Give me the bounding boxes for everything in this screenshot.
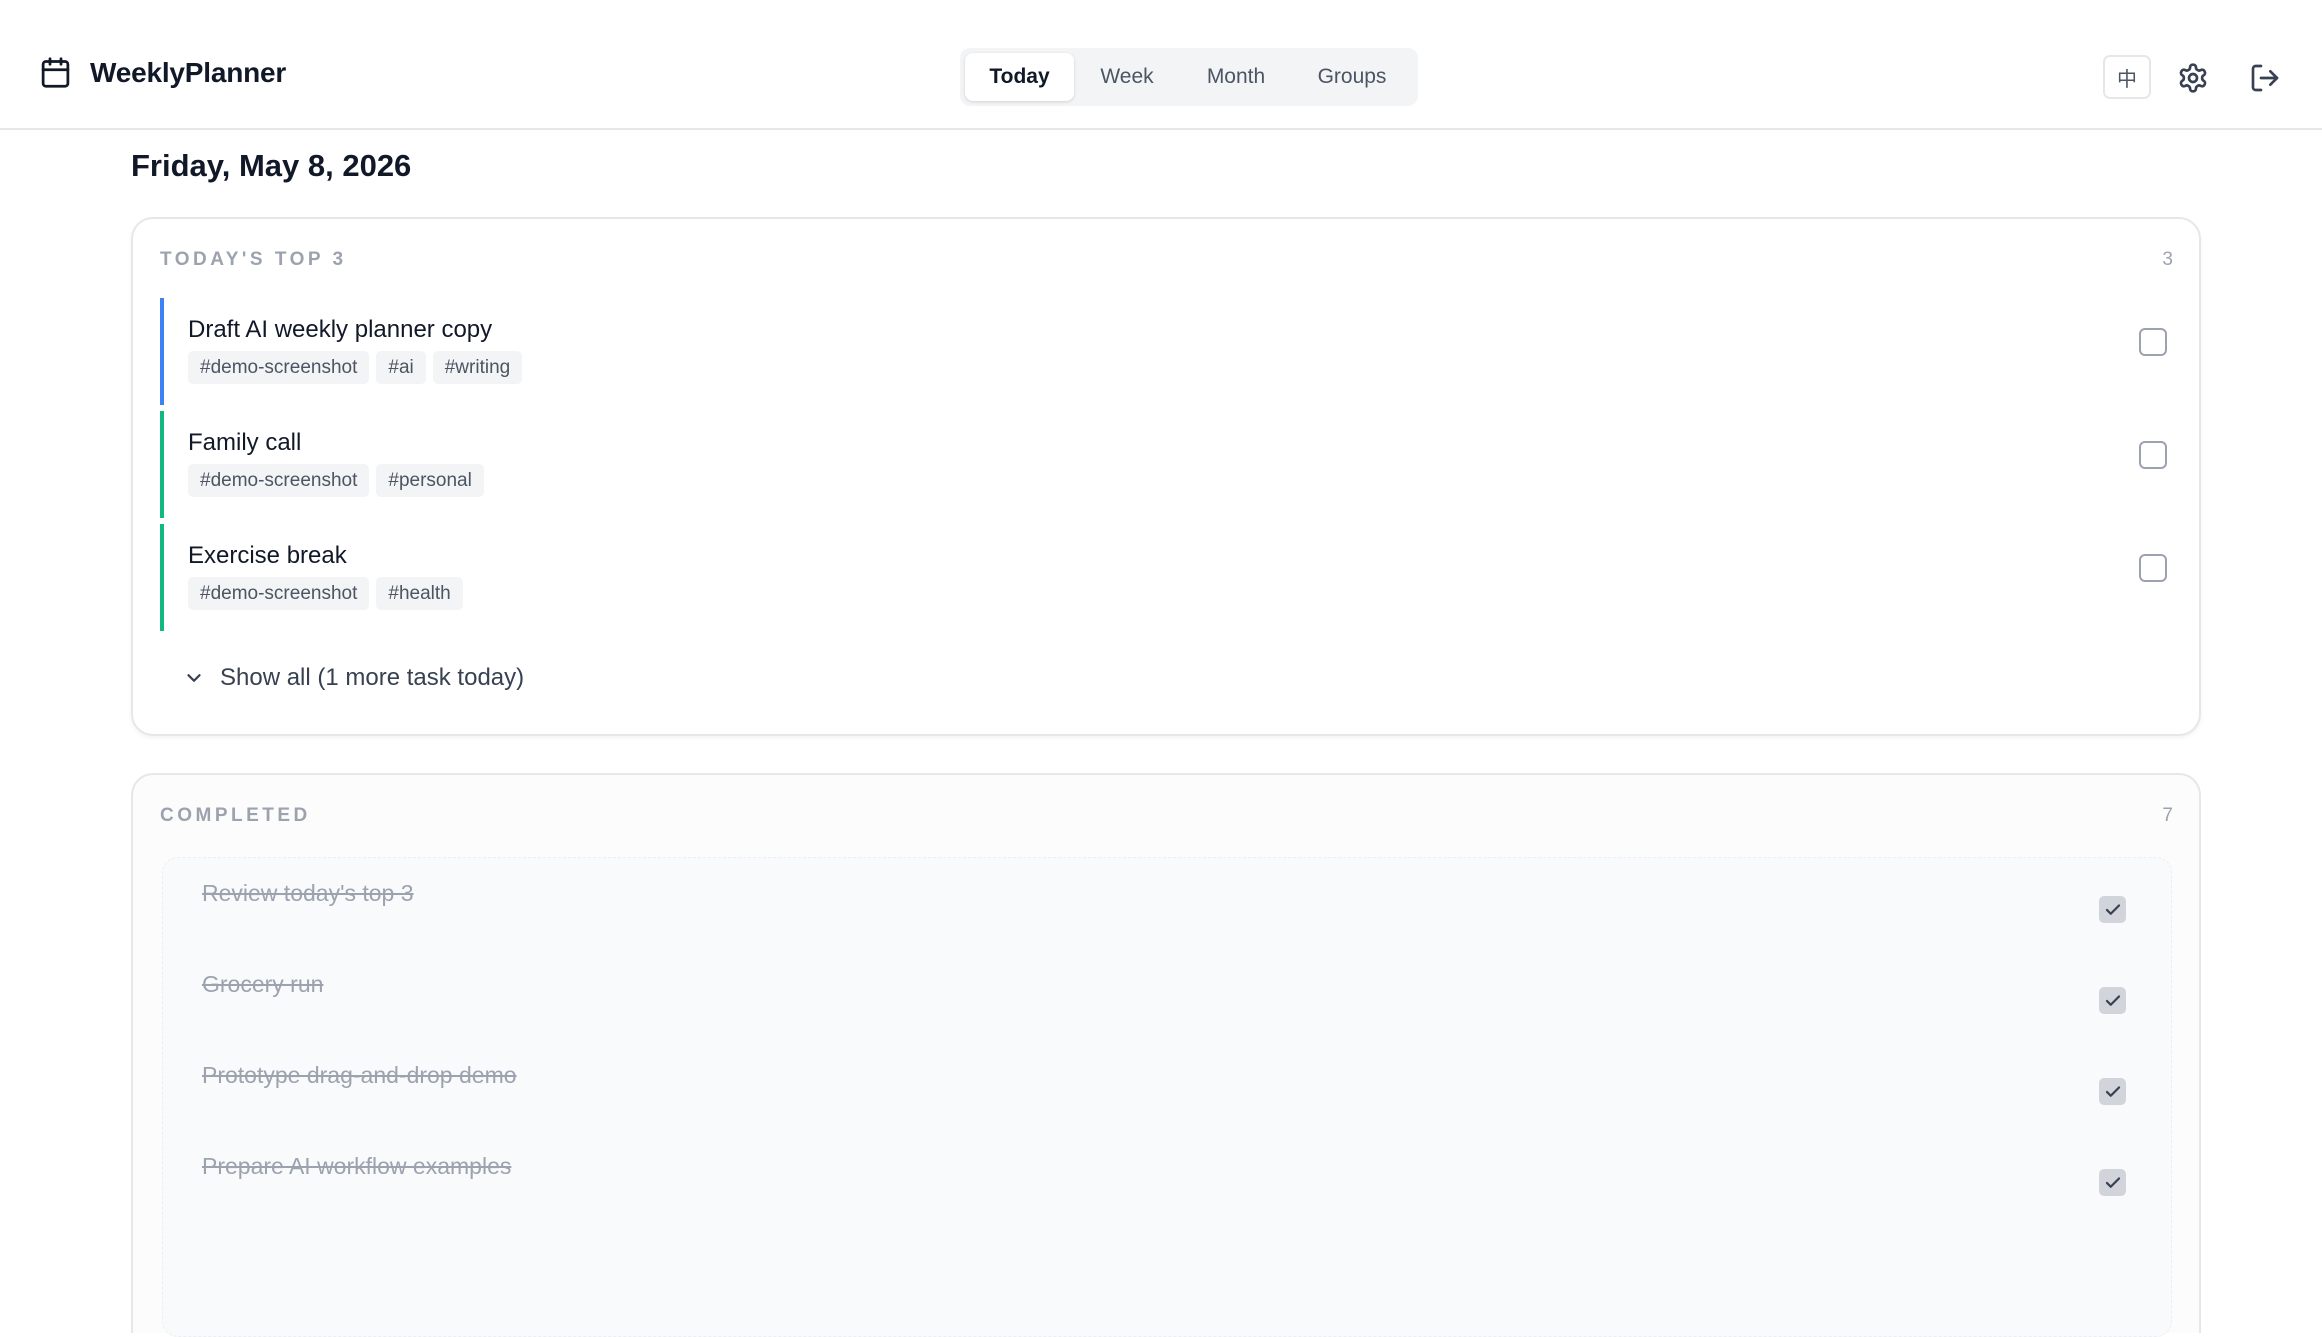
tab-today[interactable]: Today bbox=[965, 53, 1074, 101]
tag[interactable]: #demo-screenshot bbox=[188, 577, 370, 610]
top3-section-label: TODAY'S TOP 3 bbox=[160, 249, 347, 270]
tag[interactable]: #demo-screenshot bbox=[188, 464, 370, 497]
brand[interactable]: WeeklyPlanner bbox=[39, 56, 286, 89]
completed-count: 7 bbox=[2162, 805, 2173, 826]
completed-checkbox[interactable] bbox=[2099, 1078, 2126, 1105]
task-item[interactable]: Exercise break #demo-screenshot #health bbox=[160, 524, 2167, 631]
tab-month[interactable]: Month bbox=[1180, 53, 1292, 101]
task-tags: #demo-screenshot #health bbox=[188, 577, 463, 610]
task-tags: #demo-screenshot #personal bbox=[188, 464, 484, 497]
language-toggle-button[interactable]: 中 bbox=[2103, 55, 2151, 99]
task-title: Exercise break bbox=[188, 542, 347, 569]
completed-task-item[interactable]: Prototype drag-and-drop demo bbox=[163, 1040, 2173, 1131]
completed-list: Review today's top 3 Grocery run Prototy… bbox=[162, 857, 2172, 1337]
task-checkbox[interactable] bbox=[2139, 328, 2167, 356]
completed-task-item[interactable]: Review today's top 3 bbox=[163, 858, 2173, 949]
completed-task-title: Grocery run bbox=[202, 971, 324, 997]
language-label: 中 bbox=[2117, 66, 2137, 91]
completed-card: COMPLETED 7 Review today's top 3 Grocery… bbox=[131, 773, 2201, 1337]
top3-count: 3 bbox=[2162, 249, 2173, 270]
logout-button[interactable] bbox=[2245, 58, 2285, 98]
app-name: WeeklyPlanner bbox=[90, 56, 287, 88]
task-tags: #demo-screenshot #ai #writing bbox=[188, 351, 523, 384]
logout-icon bbox=[2249, 62, 2281, 94]
completed-task-item[interactable]: Grocery run bbox=[163, 949, 2173, 1040]
tab-week[interactable]: Week bbox=[1074, 53, 1180, 101]
completed-checkbox[interactable] bbox=[2099, 896, 2126, 923]
tab-groups[interactable]: Groups bbox=[1292, 53, 1412, 101]
task-checkbox[interactable] bbox=[2139, 554, 2167, 582]
completed-checkbox[interactable] bbox=[2099, 1169, 2126, 1196]
page-title: Friday, May 8, 2026 bbox=[131, 148, 412, 183]
show-all-label: Show all (1 more task today) bbox=[220, 664, 525, 691]
completed-task-title: Review today's top 3 bbox=[202, 880, 414, 906]
task-checkbox[interactable] bbox=[2139, 441, 2167, 469]
completed-task-title: Prepare AI workflow examples bbox=[202, 1153, 512, 1179]
show-all-button[interactable]: Show all (1 more task today) bbox=[183, 664, 524, 692]
task-item[interactable]: Family call #demo-screenshot #personal bbox=[160, 411, 2167, 518]
settings-button[interactable] bbox=[2173, 58, 2213, 98]
view-tabs: Today Week Month Groups bbox=[960, 48, 1418, 106]
task-title: Family call bbox=[188, 429, 302, 456]
check-icon bbox=[2104, 901, 2122, 919]
tag[interactable]: #health bbox=[376, 577, 463, 610]
check-icon bbox=[2104, 992, 2122, 1010]
chevron-down-icon bbox=[183, 667, 205, 689]
tag[interactable]: #writing bbox=[432, 351, 523, 384]
app-header: WeeklyPlanner Today Week Month Groups 中 bbox=[0, 0, 2322, 130]
task-item[interactable]: Draft AI weekly planner copy #demo-scree… bbox=[160, 298, 2167, 405]
gear-icon bbox=[2177, 62, 2209, 94]
check-icon bbox=[2104, 1083, 2122, 1101]
tag[interactable]: #demo-screenshot bbox=[188, 351, 370, 384]
check-icon bbox=[2104, 1174, 2122, 1192]
completed-task-item[interactable]: Prepare AI workflow examples bbox=[163, 1131, 2173, 1222]
completed-checkbox[interactable] bbox=[2099, 987, 2126, 1014]
tag[interactable]: #ai bbox=[376, 351, 426, 384]
task-title: Draft AI weekly planner copy bbox=[188, 316, 493, 343]
tag[interactable]: #personal bbox=[376, 464, 484, 497]
calendar-icon bbox=[39, 56, 72, 89]
completed-section-label: COMPLETED bbox=[160, 805, 311, 826]
top3-card: TODAY'S TOP 3 3 Draft AI weekly planner … bbox=[131, 217, 2201, 736]
completed-task-title: Prototype drag-and-drop demo bbox=[202, 1062, 517, 1088]
